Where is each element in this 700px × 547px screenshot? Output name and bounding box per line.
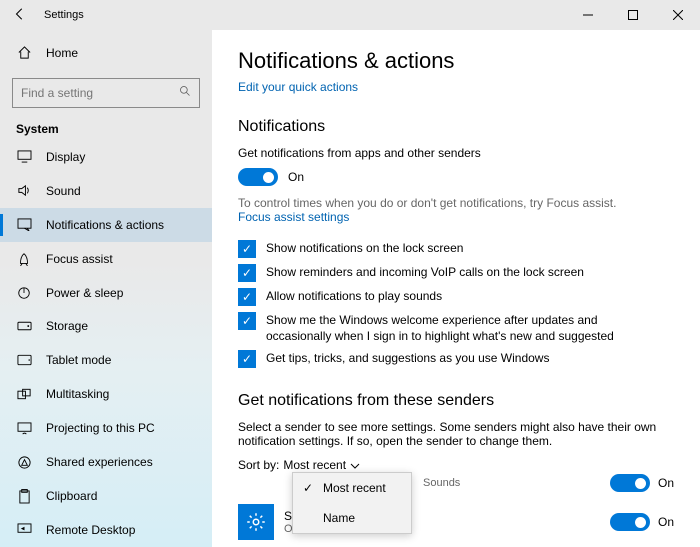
storage-icon (16, 318, 32, 334)
check-label: Get tips, tricks, and suggestions as you… (266, 350, 549, 366)
sidebar-item-multitasking[interactable]: Multitasking (0, 377, 212, 411)
sidebar-item-label: Clipboard (46, 489, 97, 503)
search-icon (179, 85, 191, 100)
notif-desc: Get notifications from apps and other se… (238, 146, 674, 160)
projecting-icon (16, 420, 32, 436)
sidebar-item-label: Shared experiences (46, 455, 153, 469)
checkbox[interactable]: ✓ (238, 288, 256, 306)
remote-icon (16, 522, 32, 538)
sidebar-item-label: Sound (46, 184, 81, 198)
checkbox[interactable]: ✓ (238, 312, 256, 330)
checkbox[interactable]: ✓ (238, 350, 256, 368)
sidebar-item-sound[interactable]: Sound (0, 174, 212, 208)
clipboard-icon (16, 488, 32, 504)
sort-button[interactable]: Most recent (283, 458, 360, 472)
check-label: Allow notifications to play sounds (266, 288, 442, 304)
power-icon (16, 285, 32, 301)
check-label: Show reminders and incoming VoIP calls o… (266, 264, 584, 280)
sidebar-section-header: System (0, 116, 212, 140)
sidebar-item-display[interactable]: Display (0, 140, 212, 174)
search-box[interactable] (12, 78, 200, 108)
sidebar-item-label: Storage (46, 319, 88, 333)
sidebar-item-label: Notifications & actions (46, 218, 164, 232)
content-pane: Notifications & actions Edit your quick … (212, 30, 700, 547)
sidebar-item-label: Tablet mode (46, 353, 111, 367)
toggle-label: On (288, 170, 304, 184)
sidebar-item-power[interactable]: Power & sleep (0, 276, 212, 310)
dropdown-item-most-recent[interactable]: ✓Most recent (293, 473, 411, 503)
focus-icon (16, 251, 32, 267)
checkbox[interactable]: ✓ (238, 264, 256, 282)
quick-actions-link[interactable]: Edit your quick actions (238, 80, 358, 94)
check-icon: ✓ (303, 481, 315, 495)
sidebar-item-label: Home (46, 46, 78, 60)
dropdown-item-name[interactable]: Name (293, 503, 411, 533)
sidebar-item-notifications[interactable]: Notifications & actions (0, 208, 212, 242)
notifications-icon (16, 217, 32, 233)
sort-label: Sort by: (238, 458, 279, 472)
close-button[interactable] (655, 0, 700, 30)
sidebar-item-shared[interactable]: Shared experiences (0, 445, 212, 479)
window-title: Settings (40, 9, 565, 21)
sidebar-item-label: Display (46, 150, 85, 164)
sidebar-item-storage[interactable]: Storage (0, 309, 212, 343)
sidebar: Home System Display Sound Notifications … (0, 30, 212, 547)
sidebar-item-tablet[interactable]: Tablet mode (0, 343, 212, 377)
sound-icon (16, 183, 32, 199)
checkbox[interactable]: ✓ (238, 240, 256, 258)
sidebar-item-remote[interactable]: Remote Desktop (0, 513, 212, 547)
chevron-down-icon (350, 458, 360, 472)
shared-icon (16, 454, 32, 470)
notifications-toggle[interactable] (238, 168, 278, 186)
sidebar-item-clipboard[interactable]: Clipboard (0, 479, 212, 513)
section-notifications: Notifications (238, 118, 674, 136)
titlebar: Settings (0, 0, 700, 30)
tablet-icon (16, 352, 32, 368)
sidebar-item-label: Remote Desktop (46, 523, 135, 537)
minimize-button[interactable] (565, 0, 610, 30)
section-senders: Get notifications from these senders (238, 392, 674, 410)
gear-icon (238, 504, 274, 540)
home-icon (16, 45, 32, 61)
app-toggle[interactable] (610, 513, 650, 531)
back-button[interactable] (0, 7, 40, 24)
sidebar-item-projecting[interactable]: Projecting to this PC (0, 411, 212, 445)
sidebar-item-label: Focus assist (46, 252, 113, 266)
sort-dropdown: ✓Most recent Name (292, 472, 412, 534)
sidebar-item-label: Projecting to this PC (46, 421, 155, 435)
check-label: Show notifications on the lock screen (266, 240, 463, 256)
sidebar-item-label: Power & sleep (46, 286, 123, 300)
sidebar-item-focus-assist[interactable]: Focus assist (0, 242, 212, 276)
app-toggle[interactable] (610, 474, 650, 492)
multitasking-icon (16, 386, 32, 402)
search-input[interactable] (21, 86, 179, 100)
app-sub: Sounds (423, 477, 460, 489)
sidebar-home[interactable]: Home (0, 36, 212, 70)
display-icon (16, 149, 32, 165)
maximize-button[interactable] (610, 0, 655, 30)
senders-desc: Select a sender to see more settings. So… (238, 420, 658, 448)
page-title: Notifications & actions (238, 48, 674, 74)
focus-assist-link[interactable]: Focus assist settings (238, 210, 349, 224)
focus-hint: To control times when you do or don't ge… (238, 196, 674, 210)
check-label: Show me the Windows welcome experience a… (266, 312, 658, 344)
sidebar-item-label: Multitasking (46, 387, 109, 401)
